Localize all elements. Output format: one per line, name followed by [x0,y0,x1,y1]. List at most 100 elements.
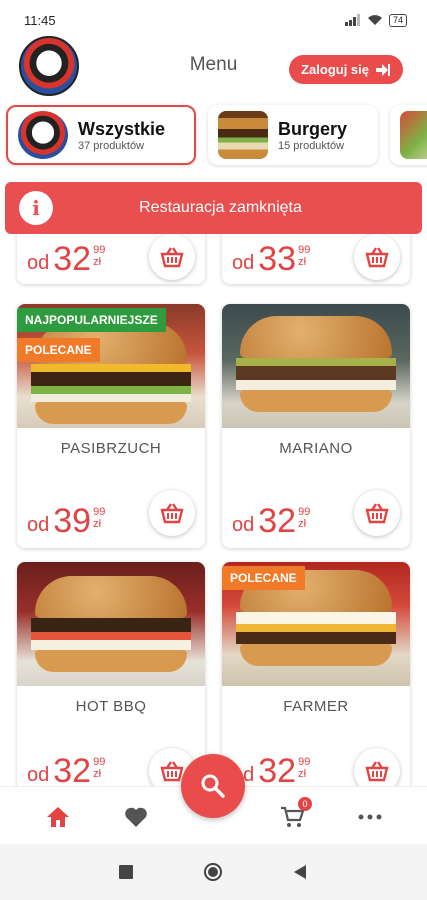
price-currency: zł [93,518,102,530]
product-name: MARIANO [279,440,353,457]
price-main: 32 [53,752,92,786]
product-price: od 32 99zł [232,502,310,540]
more-icon [358,814,382,820]
category-thumbnail [18,111,68,159]
product-price: od 33 99 zł [232,240,310,278]
nav-favorites[interactable] [122,803,150,831]
product-card[interactable]: od 33 99 zł [222,234,410,284]
product-card[interactable]: HOT BBQ od 32 99 zł [17,562,205,786]
signal-icon [344,14,360,26]
price-prefix: od [27,764,50,786]
battery-level: 74 [388,13,407,27]
search-icon [201,774,225,798]
status-bar: 11:45 74 [0,0,427,40]
product-image [222,304,410,428]
category-tab-all[interactable]: Wszystkie 37 produktów [6,105,196,165]
product-grid: od 32 99 zł od 33 99 zł NAJPOPULARNIEJSZ… [0,234,427,786]
product-name: PASIBRZUCH [60,440,162,457]
recents-icon[interactable] [118,864,134,880]
category-name: Wszystkie [78,118,166,139]
badge-recommended: POLECANE [17,338,100,362]
info-icon: i [19,191,53,225]
product-card[interactable]: MARIANO od 32 99 zł [222,304,410,548]
price-cents: 99 [298,244,311,256]
price-suffix: 99 zł [298,756,310,780]
price-suffix: 99 zł [93,756,105,780]
category-thumbnail [400,111,427,159]
restaurant-closed-alert: i Restauracja zamknięta [5,182,422,234]
product-image: POLECANE [222,562,410,686]
add-to-cart-button[interactable] [354,748,400,786]
product-card[interactable]: POLECANE FARMER od 32 99zł [222,562,410,786]
category-count: 37 produktów [78,139,145,152]
system-navigation [0,844,427,900]
product-price: od 32 99zł [27,240,105,278]
login-label: Zaloguj się [301,62,369,77]
price-suffix: 99 zł [93,506,105,530]
product-name: HOT BBQ [75,698,147,715]
price-cents: 99 [93,244,106,256]
login-button[interactable]: Zaloguj się [289,55,403,84]
product-image: NAJPOPULARNIEJSZE POLECANE [17,304,205,428]
add-to-cart-button[interactable] [354,234,400,280]
back-icon[interactable] [293,864,307,880]
category-count: 15 produktów [278,139,345,152]
nav-cart[interactable]: 0 [278,797,312,831]
product-card[interactable]: od 32 99 zł [17,234,205,284]
price-currency: zł [298,768,307,780]
price-main: 32 [258,752,297,786]
home-icon [47,807,69,827]
price-cents: 99 [298,506,311,518]
price-cents: 99 [298,756,311,768]
category-tab-burgers[interactable]: Burgery 15 produktów [208,105,378,165]
add-to-cart-button[interactable] [354,490,400,536]
product-image [17,562,205,686]
category-text: Burgery 15 produktów [278,119,347,152]
status-icons: 74 [344,13,407,27]
add-to-cart-button[interactable] [149,490,195,536]
product-price: od 32 99zł [27,752,105,786]
nav-home[interactable] [44,803,72,831]
price-prefix: od [27,514,50,536]
category-thumbnail [218,111,268,159]
price-prefix: od [232,252,255,274]
price-currency: zł [298,518,307,530]
price-prefix: od [232,514,255,536]
category-tabs: Wszystkie 37 produktów Burgery 15 produk… [0,102,427,168]
product-price: od 39 99 zł [27,502,105,540]
price-cents: 99 [93,506,106,518]
basket-icon [365,761,389,782]
heart-icon [125,807,147,827]
cart-count-badge: 0 [298,797,312,811]
price-prefix: od [27,252,50,274]
badge-bestseller: NAJPOPULARNIEJSZE [17,308,166,332]
price-currency: zł [93,256,102,268]
category-name: Burgery [278,118,348,139]
login-icon [376,63,390,76]
badge-recommended: POLECANE [222,566,305,590]
price-currency: zł [93,768,102,780]
price-main: 32 [258,502,297,540]
price-main: 33 [258,240,297,278]
wifi-icon [367,15,382,25]
status-time: 11:45 [24,12,56,28]
price-suffix: 99 zł [93,244,105,268]
price-main: 39 [53,502,92,540]
search-button[interactable] [181,754,245,818]
basket-icon [365,503,389,524]
nav-more[interactable] [356,803,384,831]
price-cents: 99 [93,756,106,768]
category-text: Wszystkie 37 produktów [78,119,165,152]
product-card[interactable]: NAJPOPULARNIEJSZE POLECANE PASIBRZUCH od… [17,304,205,548]
app-header: Menu Zaloguj się [0,36,427,100]
alert-text: Restauracja zamknięta [139,199,302,216]
price-suffix: 99 zł [298,506,310,530]
price-main: 32 [53,240,92,278]
basket-icon [365,247,389,268]
price-currency: zł [298,256,307,268]
category-tab-next[interactable] [390,105,427,165]
product-name: FARMER [283,698,349,715]
home-system-icon[interactable] [203,862,223,882]
basket-icon [160,247,184,268]
add-to-cart-button[interactable] [149,234,195,280]
